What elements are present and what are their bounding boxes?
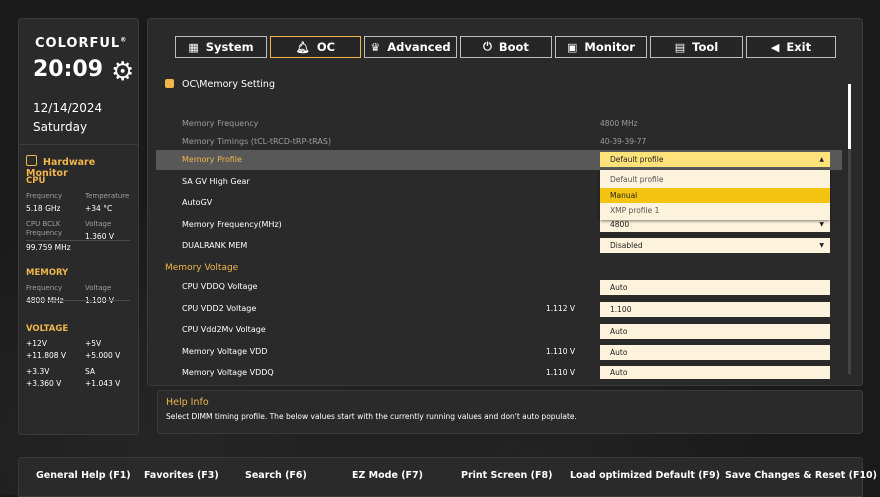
breadcrumb: OC\Memory Setting [165, 79, 275, 90]
grid-icon: ▦ [188, 40, 199, 54]
memory-frequency-mhz-label: Memory Frequency(MHz) [182, 220, 282, 229]
load-optimized-default-button[interactable]: Load optimized Default (F9) [570, 470, 720, 481]
dropdown-option-manual[interactable]: Manual [600, 188, 830, 203]
cpu-frequency-label: Frequency [26, 192, 63, 200]
cpu-bclk-label: CPU BCLK [26, 220, 61, 228]
general-help-button[interactable]: General Help (F1) [36, 470, 131, 481]
search-button[interactable]: Search (F6) [245, 470, 307, 481]
sa-gv-high-gear-label: SA GV High Gear [182, 177, 250, 186]
left-panel: COLORFUL® 20:09 ⚙ 12/14/2024 Saturday Ha… [18, 18, 139, 435]
caret-up-icon: ▲ [819, 156, 824, 163]
voltage-heading: VOLTAGE [26, 324, 69, 334]
cpu-vdd2-voltage-label: CPU VDD2 Voltage [182, 304, 257, 313]
cpu-bclk-value: 99.759 MHz [26, 243, 71, 252]
brand-logo: COLORFUL® [35, 36, 128, 51]
divider [26, 240, 130, 241]
autogv-label: AutoGV [182, 198, 213, 207]
cpu-temperature-label: Temperature [85, 192, 130, 200]
tab-exit[interactable]: ◀ Exit [746, 36, 836, 58]
memory-frequency-label: Frequency [26, 284, 63, 292]
memory-voltage-vdd-input[interactable]: Auto [600, 345, 830, 360]
memory-voltage-vdd-label: Memory Voltage VDD [182, 347, 268, 356]
save-changes-reset-button[interactable]: Save Changes & Reset (F10) [725, 470, 877, 481]
dropdown-option-default[interactable]: Default profile [600, 172, 830, 187]
divider [19, 144, 138, 145]
favorites-button[interactable]: Favorites (F3) [144, 470, 219, 481]
help-info-panel: Help Info Select DIMM timing profile. Th… [157, 390, 863, 434]
caret-down-icon: ▼ [819, 242, 824, 249]
help-info-title: Help Info [166, 397, 209, 408]
memory-voltage-vdd-current: 1.110 V [546, 347, 575, 356]
memory-profile-select[interactable]: Default profile ▲ [600, 152, 830, 167]
sa-label: SA [85, 367, 96, 376]
clock-day: Saturday [33, 120, 88, 134]
v33-value: +3.360 V [26, 379, 62, 388]
memory-voltage-vddq-label: Memory Voltage VDDQ [182, 368, 274, 377]
v5-value: +5.000 V [85, 351, 121, 360]
monitor-icon: ▣ [567, 40, 578, 54]
cpu-vddq-voltage-input[interactable]: Auto [600, 280, 830, 295]
memory-profile-label: Memory Profile [182, 155, 242, 164]
tab-monitor[interactable]: ▣ Monitor [555, 36, 647, 58]
tab-boot[interactable]: ⏻ Boot [460, 36, 552, 58]
folder-icon [165, 79, 174, 88]
cpu-vdd2-voltage-input[interactable]: 1.100 [600, 302, 830, 317]
memory-voltage-label: Voltage [85, 284, 112, 292]
tab-oc[interactable]: 🔔︎ OC [270, 36, 361, 58]
footer-bar: General Help (F1) Favorites (F3) Search … [18, 457, 877, 497]
power-icon: ⏻ [483, 40, 492, 53]
memory-heading: MEMORY [26, 268, 69, 278]
cpu-frequency-value: 5.18 GHz [26, 204, 61, 213]
memory-frequency-value: 4800 MHz [600, 119, 638, 128]
caret-down-icon: ▼ [819, 221, 824, 228]
divider-memory [26, 300, 130, 301]
cpu-vdd2mv-voltage-input[interactable]: Auto [600, 324, 830, 339]
settings-gear-icon[interactable]: ⚙ [111, 59, 134, 85]
print-screen-button[interactable]: Print Screen (F8) [461, 470, 552, 481]
dropdown-option-xmp1[interactable]: XMP profile 1 [600, 203, 830, 218]
scrollbar-thumb[interactable] [848, 84, 851, 149]
v12-label: +12V [26, 339, 47, 348]
dualrank-mem-label: DUALRANK MEM [182, 241, 248, 250]
sa-value: +1.043 V [85, 379, 121, 388]
memory-timings-value: 40-39-39-77 [600, 137, 647, 146]
cpu-voltage-label: Voltage [85, 220, 112, 228]
hardware-monitor-icon [26, 155, 37, 166]
ez-mode-button[interactable]: EZ Mode (F7) [352, 470, 423, 481]
clock-date: 12/14/2024 [33, 101, 103, 115]
v5-label: +5V [85, 339, 102, 348]
v33-label: +3.3V [26, 367, 50, 376]
cpu-temperature-value: +34 °C [85, 204, 113, 213]
v12-value: +11.808 V [26, 351, 67, 360]
memory-voltage-vddq-current: 1.110 V [546, 368, 575, 377]
cpu-vddq-voltage-label: CPU VDDQ Voltage [182, 282, 258, 291]
tab-system[interactable]: ▦ System [175, 36, 267, 58]
main-panel: ▦ System 🔔︎ OC ♛ Advanced ⏻ Boot ▣ Monitor ▤ T… [147, 18, 863, 386]
clock-time: 20:09 [33, 57, 104, 82]
dualrank-mem-select[interactable]: Disabled ▼ [600, 238, 830, 253]
tab-tool[interactable]: ▤ Tool [650, 36, 743, 58]
cpu-bclk-label-2: Frequency [26, 229, 63, 237]
toolbox-icon: ▤ [674, 40, 686, 54]
back-arrow-icon: ◀ [770, 40, 780, 54]
memory-profile-dropdown: Default profile Manual XMP profile 1 [600, 170, 830, 220]
memory-voltage-vddq-input[interactable]: Auto [600, 366, 830, 379]
memory-frequency-label: Memory Frequency [182, 119, 259, 128]
crown-icon: ♛ [370, 40, 381, 54]
cpu-heading: CPU [26, 176, 46, 186]
help-info-text: Select DIMM timing profile. The below va… [166, 412, 577, 421]
cpu-vdd2-current: 1.112 V [546, 304, 575, 313]
rocket-icon: 🔔︎ [295, 40, 310, 54]
tab-advanced[interactable]: ♛ Advanced [364, 36, 457, 58]
memory-timings-label: Memory Timings (tCL-tRCD-tRP-tRAS) [182, 137, 332, 146]
cpu-vdd2mv-voltage-label: CPU Vdd2Mv Voltage [182, 325, 266, 334]
memory-voltage-heading: Memory Voltage [165, 263, 239, 273]
